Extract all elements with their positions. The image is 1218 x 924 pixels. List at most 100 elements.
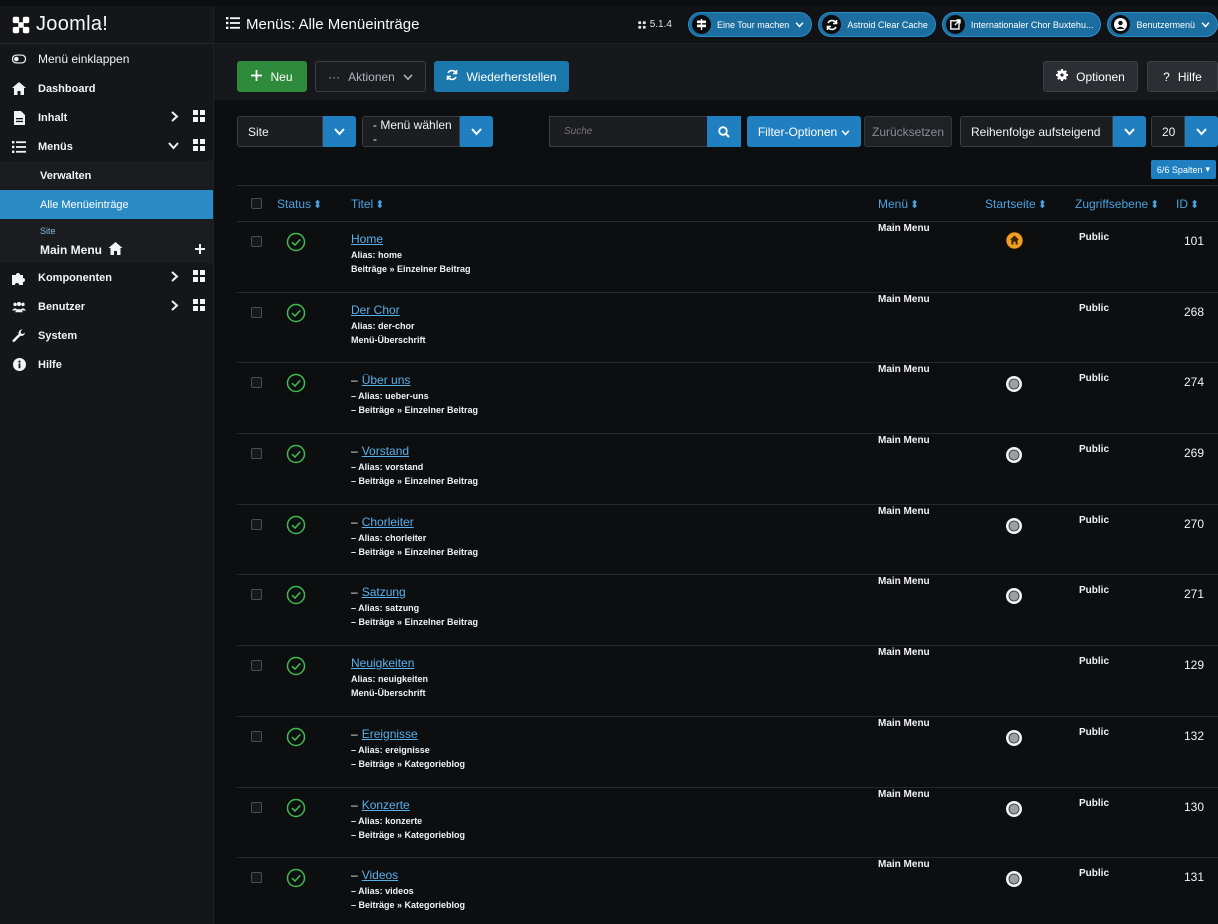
item-id: 269: [1184, 446, 1205, 461]
column-header-access[interactable]: Zugriffsebene ⬍: [1075, 186, 1176, 222]
rebuild-button[interactable]: Wiederherstellen: [434, 61, 569, 92]
question-icon: ?: [1163, 69, 1170, 84]
sidebar-item-content[interactable]: Inhalt: [0, 103, 213, 132]
set-default-icon[interactable]: [1005, 870, 1023, 891]
item-menu: Main Menu: [878, 364, 930, 376]
column-header-home[interactable]: Startseite ⬍: [985, 186, 1075, 222]
sidebar-item-users[interactable]: Benutzer: [0, 292, 213, 321]
search-input[interactable]: [549, 116, 707, 147]
column-header-label: Startseite: [985, 196, 1036, 211]
item-menu: Main Menu: [878, 223, 930, 234]
sidebar-subitem-label: Verwalten: [40, 169, 92, 182]
guided-tour-button[interactable]: Eine Tour machen: [687, 12, 813, 37]
item-title-link[interactable]: Videos: [362, 868, 398, 882]
brand[interactable]: Joomla!: [0, 6, 213, 44]
menu-select[interactable]: - Menü wählen -: [362, 116, 493, 147]
item-id: 101: [1184, 234, 1205, 248]
default-home-icon[interactable]: [1005, 231, 1024, 253]
chevron-right-icon[interactable]: [171, 299, 179, 314]
dashboard-grid-icon[interactable]: [193, 139, 205, 154]
published-check-icon[interactable]: [286, 232, 306, 255]
user-menu-button[interactable]: Benutzermenü: [1107, 12, 1218, 37]
row-checkbox[interactable]: [251, 236, 262, 247]
chevron-right-icon[interactable]: [171, 270, 179, 285]
sidebar-item-components[interactable]: Komponenten: [0, 263, 213, 292]
published-check-icon[interactable]: [286, 373, 306, 396]
sidebar-item-system[interactable]: System: [0, 321, 213, 350]
row-checkbox[interactable]: [251, 518, 262, 530]
published-check-icon[interactable]: [286, 798, 306, 821]
set-default-icon[interactable]: [1005, 587, 1023, 608]
row-checkbox[interactable]: [251, 801, 262, 813]
item-title-link[interactable]: Home: [351, 232, 383, 246]
client-select[interactable]: Site: [237, 116, 356, 147]
dashboard-grid-icon[interactable]: [193, 299, 205, 314]
actions-dropdown[interactable]: ··· Aktionen: [315, 61, 426, 92]
select-all-checkbox[interactable]: [251, 198, 262, 209]
row-checkbox[interactable]: [251, 730, 262, 742]
table-header-row: Status ⬍ Titel ⬍ Menü ⬍ Startseite ⬍ Zugriff…: [237, 185, 1218, 222]
column-header-title[interactable]: Titel ⬍: [351, 186, 878, 222]
dashboard-grid-icon[interactable]: [193, 270, 205, 285]
published-check-icon[interactable]: [286, 656, 306, 679]
published-check-icon[interactable]: [286, 303, 306, 326]
set-default-icon[interactable]: [1005, 375, 1023, 396]
item-title-link[interactable]: Chorleiter: [362, 515, 414, 529]
options-label: Optionen: [1076, 69, 1125, 84]
plus-icon[interactable]: [195, 243, 205, 257]
row-checkbox[interactable]: [251, 306, 262, 318]
set-default-icon[interactable]: [1005, 800, 1023, 821]
row-checkbox[interactable]: [251, 377, 262, 389]
level-dash: –: [351, 373, 358, 388]
set-default-icon[interactable]: [1005, 446, 1023, 467]
options-button[interactable]: Optionen: [1043, 61, 1138, 92]
published-check-icon[interactable]: [286, 444, 306, 467]
item-title-link[interactable]: Neuigkeiten: [351, 656, 414, 670]
sidebar-item-help[interactable]: Hilfe: [0, 350, 213, 379]
row-checkbox[interactable]: [251, 448, 262, 460]
sidebar-subitem-manage[interactable]: Verwalten: [0, 161, 213, 190]
column-header-id[interactable]: ID ⬍: [1176, 186, 1218, 222]
item-menu: Main Menu: [878, 576, 930, 588]
row-checkbox[interactable]: [251, 589, 262, 601]
sidebar-collapse-toggle[interactable]: Menü einklappen: [0, 44, 213, 74]
published-check-icon[interactable]: [286, 727, 306, 750]
sidebar-item-menus[interactable]: Menüs: [0, 132, 213, 161]
published-check-icon[interactable]: [286, 868, 306, 891]
item-title-link[interactable]: Ereignisse: [362, 727, 418, 741]
filter-options-button[interactable]: Filter-Optionen: [747, 116, 861, 147]
sidebar-subitem-main-menu[interactable]: Main Menu: [0, 237, 213, 263]
search-button[interactable]: [707, 116, 741, 147]
item-title-link[interactable]: Vorstand: [362, 444, 409, 458]
published-check-icon[interactable]: [286, 515, 306, 538]
set-default-icon[interactable]: [1005, 729, 1023, 750]
item-title-link[interactable]: Konzerte: [362, 798, 410, 812]
site-preview-button[interactable]: Internationaler Chor Buxtehu...: [941, 12, 1102, 37]
dashboard-grid-icon[interactable]: [193, 110, 205, 125]
item-title-link[interactable]: Über uns: [362, 373, 411, 387]
item-title-link[interactable]: Der Chor: [351, 303, 400, 317]
row-checkbox[interactable]: [251, 872, 262, 884]
guided-tour-label: Eine Tour machen: [716, 19, 790, 30]
chevron-down-icon[interactable]: [168, 141, 179, 153]
new-button[interactable]: Neu: [237, 61, 307, 92]
help-button[interactable]: ? Hilfe: [1147, 61, 1218, 92]
reset-button[interactable]: Zurücksetzen: [864, 116, 952, 147]
ordering-select[interactable]: Reihenfolge aufsteigend: [960, 116, 1146, 147]
sidebar-item-dashboard[interactable]: Dashboard: [0, 74, 213, 103]
item-alias: Alias: konzerte: [358, 815, 423, 826]
set-default-icon[interactable]: [1005, 517, 1023, 538]
chevron-right-icon[interactable]: [171, 110, 179, 125]
limit-select[interactable]: 20: [1151, 116, 1218, 147]
column-header-menu[interactable]: Menü ⬍: [878, 186, 985, 222]
brand-name: Joomla!: [36, 13, 109, 35]
columns-toggle-button[interactable]: 6/6 Spalten ▾: [1150, 160, 1216, 179]
column-header-status[interactable]: Status ⬍: [277, 186, 351, 222]
level-dash: –: [351, 868, 358, 883]
item-title-link[interactable]: Satzung: [362, 585, 406, 599]
sidebar-subitem-all-items[interactable]: Alle Menüeinträge: [0, 190, 213, 219]
clear-cache-button[interactable]: Astroid Clear Cache: [818, 12, 936, 37]
published-check-icon[interactable]: [286, 585, 306, 608]
ordering-select-value: Reihenfolge aufsteigend: [960, 116, 1113, 147]
row-checkbox[interactable]: [251, 660, 262, 672]
